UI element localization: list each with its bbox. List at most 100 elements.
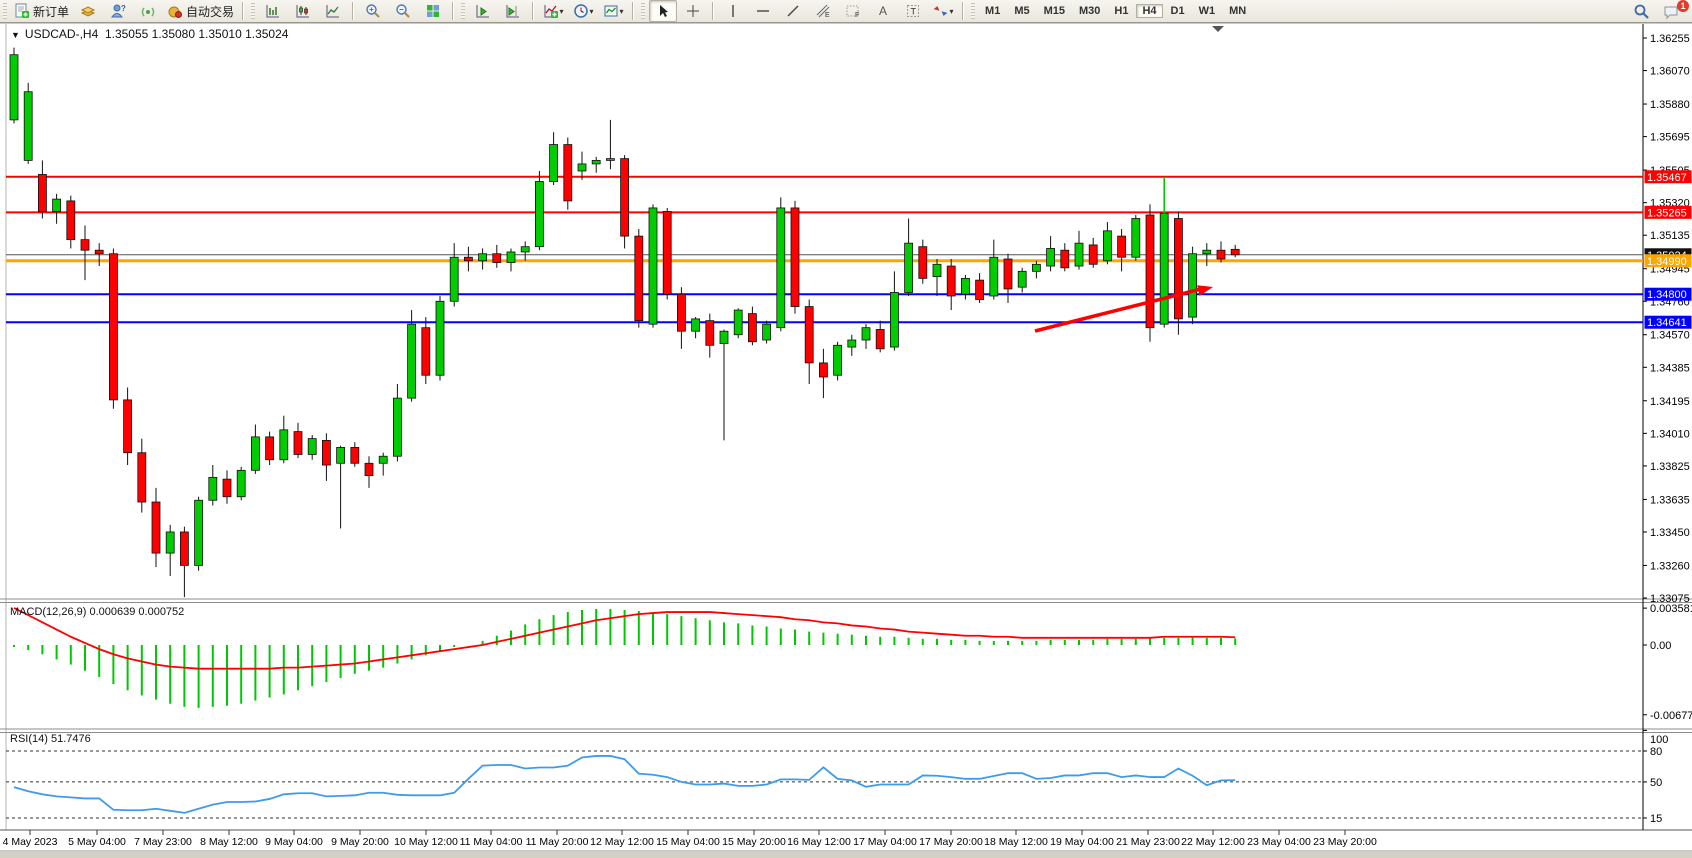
time-axis-label: 4 May 2023 bbox=[3, 836, 58, 848]
vertical-line-icon bbox=[725, 3, 741, 19]
candle bbox=[592, 160, 600, 164]
tile-windows-button[interactable] bbox=[419, 0, 447, 22]
signals-icon bbox=[140, 3, 156, 19]
tile-windows-icon bbox=[425, 3, 441, 19]
autotrading-button[interactable]: 自动交易 bbox=[164, 0, 237, 22]
time-axis-label: 11 May 04:00 bbox=[460, 836, 523, 848]
timeframe-button-m15[interactable]: M15 bbox=[1038, 4, 1071, 18]
candle bbox=[109, 254, 117, 400]
time-axis-label: 21 May 23:00 bbox=[1116, 836, 1180, 848]
toolbar-grip[interactable] bbox=[3, 3, 7, 19]
candle bbox=[1231, 249, 1239, 254]
bar-chart-button[interactable] bbox=[259, 0, 287, 22]
window-bottom-frame bbox=[0, 852, 1692, 858]
crosshair-button[interactable] bbox=[679, 0, 707, 22]
timeframe-button-h4[interactable]: H4 bbox=[1136, 4, 1162, 18]
rsi-indicator-label: RSI(14) 51.7476 bbox=[10, 733, 91, 745]
timeframe-button-m30[interactable]: M30 bbox=[1073, 4, 1106, 18]
toolbar-separator bbox=[352, 2, 354, 20]
timeframe-button-w1[interactable]: W1 bbox=[1193, 4, 1222, 18]
trendline-icon bbox=[785, 3, 801, 19]
toolbar-grip[interactable] bbox=[461, 3, 465, 19]
candle bbox=[819, 363, 827, 377]
grid-icon: F bbox=[845, 3, 861, 19]
timeframe-button-m5[interactable]: M5 bbox=[1008, 4, 1035, 18]
svg-text:T: T bbox=[911, 7, 917, 17]
label-button[interactable]: T bbox=[899, 0, 927, 22]
candle bbox=[1132, 219, 1140, 258]
trendline-button[interactable] bbox=[779, 0, 807, 22]
time-axis-label: 23 May 04:00 bbox=[1247, 836, 1311, 848]
candle bbox=[706, 321, 714, 346]
zoom-in-button[interactable] bbox=[359, 0, 387, 22]
periods-clock-icon bbox=[573, 3, 589, 19]
candle bbox=[1146, 215, 1154, 328]
new-order-label: 新订单 bbox=[33, 3, 69, 20]
timeframe-button-m1[interactable]: M1 bbox=[979, 4, 1006, 18]
svg-text:A: A bbox=[879, 4, 887, 18]
time-axis-label: 7 May 23:00 bbox=[134, 836, 192, 848]
market-watch-button[interactable]: ? bbox=[104, 0, 132, 22]
price-tag-label: 1.34800 bbox=[1647, 289, 1687, 301]
symbol-dropdown-icon[interactable]: ▼ bbox=[11, 30, 20, 40]
search-button[interactable] bbox=[1627, 0, 1655, 22]
candle bbox=[251, 437, 259, 470]
candle bbox=[521, 247, 529, 252]
price-axis-label: 1.33450 bbox=[1650, 527, 1690, 539]
candle bbox=[351, 447, 359, 463]
toolbar-grip[interactable] bbox=[971, 3, 975, 19]
candle bbox=[479, 254, 487, 261]
timeframe-button-h1[interactable]: H1 bbox=[1108, 4, 1134, 18]
indicators-button[interactable]: ▾ bbox=[539, 0, 567, 22]
price-axis-label: 1.34010 bbox=[1650, 428, 1690, 440]
fibonacci-button[interactable]: E bbox=[809, 0, 837, 22]
candle bbox=[777, 208, 785, 328]
candle bbox=[919, 247, 927, 279]
line-chart-button[interactable] bbox=[319, 0, 347, 22]
candle bbox=[138, 453, 146, 502]
toolbar-grip[interactable] bbox=[251, 3, 255, 19]
candle bbox=[1061, 250, 1069, 268]
price-axis-label: 1.33825 bbox=[1650, 461, 1690, 473]
time-axis-label: 8 May 12:00 bbox=[200, 836, 258, 848]
price-tag-label: 1.35467 bbox=[1647, 172, 1687, 184]
new-order-icon bbox=[14, 3, 30, 19]
horizontal-line-button[interactable] bbox=[749, 0, 777, 22]
chat-button[interactable]: 1 bbox=[1657, 0, 1685, 22]
chevron-down-icon: ▾ bbox=[590, 7, 594, 16]
time-axis-label: 10 May 12:00 bbox=[394, 836, 458, 848]
autotrading-label: 自动交易 bbox=[186, 3, 234, 20]
candle bbox=[379, 456, 387, 463]
auto-scroll-button[interactable] bbox=[469, 0, 497, 22]
cursor-button[interactable] bbox=[649, 0, 677, 22]
candle bbox=[195, 500, 203, 565]
time-axis-label: 9 May 20:00 bbox=[331, 836, 389, 848]
new-order-button[interactable]: 新订单 bbox=[11, 0, 72, 22]
vertical-line-button[interactable] bbox=[719, 0, 747, 22]
templates-button[interactable]: ▾ bbox=[599, 0, 627, 22]
toolbar-grip[interactable] bbox=[641, 3, 645, 19]
macd-axis-label: 0.003581 bbox=[1650, 603, 1692, 615]
auto-scroll-icon bbox=[475, 3, 491, 19]
candle bbox=[1203, 250, 1211, 254]
price-axis-label: 1.34385 bbox=[1650, 362, 1690, 374]
toolbar-separator bbox=[242, 2, 244, 20]
text-button[interactable]: A bbox=[869, 0, 897, 22]
chart-window: 1.362551.360701.358801.356951.355051.353… bbox=[0, 22, 1692, 858]
candle bbox=[124, 400, 132, 453]
time-axis-label: 17 May 04:00 bbox=[853, 836, 917, 848]
chart-shift-button[interactable] bbox=[499, 0, 527, 22]
candle bbox=[223, 479, 231, 497]
grid-button[interactable]: F bbox=[839, 0, 867, 22]
price-axis-label: 1.35695 bbox=[1650, 132, 1690, 144]
profiles-button[interactable] bbox=[74, 0, 102, 22]
timeframe-button-mn[interactable]: MN bbox=[1223, 4, 1252, 18]
signals-button[interactable] bbox=[134, 0, 162, 22]
periods-button[interactable]: ▾ bbox=[569, 0, 597, 22]
zoom-out-button[interactable] bbox=[389, 0, 417, 22]
time-axis-label: 18 May 12:00 bbox=[984, 836, 1048, 848]
shapes-button[interactable]: ▾ bbox=[929, 0, 957, 22]
timeframe-button-d1[interactable]: D1 bbox=[1165, 4, 1191, 18]
price-axis-label: 1.36070 bbox=[1650, 66, 1690, 78]
candlestick-chart-button[interactable] bbox=[289, 0, 317, 22]
